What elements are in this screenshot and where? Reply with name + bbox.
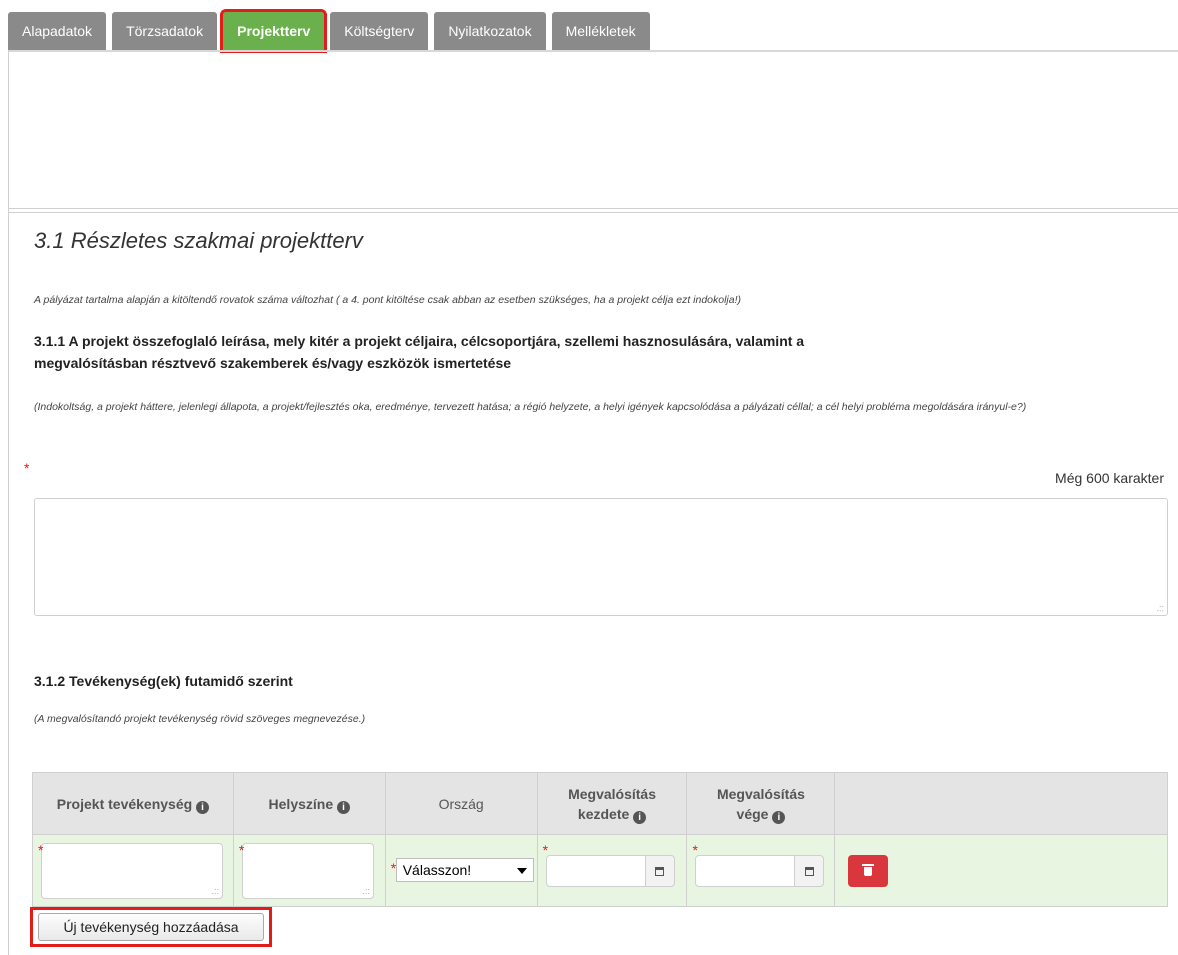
trash-icon <box>862 863 875 876</box>
col-header-location: Helyszíne i <box>232 772 386 835</box>
calendar-icon <box>655 866 665 876</box>
tab-torzsadatok[interactable]: Törzsadatok <box>112 12 218 50</box>
divider <box>8 208 1178 209</box>
required-marker: * <box>38 842 44 858</box>
subsection-note-3-1-2: (A megvalósítandó projekt tevékenység rö… <box>34 713 366 725</box>
tab-alapadatok[interactable]: Alapadatok <box>8 12 107 50</box>
subsection-heading-3-1-2: 3.1.2 Tevékenység(ek) futamidő szerint <box>34 673 293 689</box>
resize-handle-icon[interactable]: .:: <box>211 887 219 896</box>
col-header-country: Ország <box>384 772 538 835</box>
end-date-input[interactable] <box>695 855 796 887</box>
country-select-value: Válasszon! <box>402 862 472 878</box>
section-note: A pályázat tartalma alapján a kitöltendő… <box>34 294 742 306</box>
required-marker: * <box>390 860 397 876</box>
activity-textarea[interactable]: .:: <box>41 843 223 899</box>
divider <box>8 212 1178 213</box>
cell-end-date: * <box>686 834 836 907</box>
table-row: * .:: * .:: * Válasszon! * * <box>32 834 1168 907</box>
tab-bar: Alapadatok Törzsadatok Projektterv Költs… <box>8 9 656 53</box>
info-icon[interactable]: i <box>196 800 210 814</box>
location-textarea[interactable]: .:: <box>241 843 374 899</box>
chevron-down-icon <box>516 868 527 874</box>
cell-location: * .:: <box>232 834 386 907</box>
col-header-end: Megvalósítás vége i <box>686 772 836 835</box>
subsection-note-3-1-1: (Indokoltság, a projekt háttere, jelenle… <box>34 401 1027 413</box>
end-date-picker-button[interactable] <box>794 855 825 887</box>
cell-activity: * .:: <box>32 834 234 907</box>
add-activity-highlight: Új tevékenység hozzáadása <box>30 907 272 947</box>
tab-projektterv[interactable]: Projektterv <box>220 9 328 53</box>
start-date-input[interactable] <box>545 855 646 887</box>
col-header-activity: Projekt tevékenység i <box>32 772 234 835</box>
delete-row-button[interactable] <box>848 855 889 887</box>
info-icon[interactable]: i <box>337 800 351 814</box>
section-title: 3.1 Részletes szakmai projektterv <box>34 228 363 253</box>
info-icon[interactable]: i <box>633 810 647 824</box>
content-left-border <box>8 50 9 955</box>
required-marker: * <box>542 842 549 858</box>
required-marker: * <box>692 842 698 858</box>
tab-nyilatkozatok[interactable]: Nyilatkozatok <box>434 12 546 50</box>
col-header-actions <box>834 772 1168 835</box>
activity-table: Projekt tevékenység i Helyszíne i Ország… <box>32 772 1168 907</box>
resize-handle-icon[interactable]: .:: <box>362 887 370 896</box>
add-activity-button[interactable]: Új tevékenység hozzáadása <box>38 913 264 941</box>
cell-start-date: * <box>536 834 688 907</box>
tab-underline <box>8 50 1178 52</box>
summary-textarea[interactable]: .:: <box>34 498 1168 616</box>
char-counter: Még 600 karakter <box>1055 470 1164 486</box>
col-header-start: Megvalósítás kezdete i <box>536 772 688 835</box>
country-select[interactable]: Válasszon! <box>395 858 534 882</box>
info-icon[interactable]: i <box>772 810 786 824</box>
tab-koltsegterv[interactable]: Költségterv <box>330 12 429 50</box>
required-marker: * <box>24 460 30 476</box>
subsection-heading-3-1-1: 3.1.1 A projekt összefoglaló leírása, me… <box>34 333 805 371</box>
required-marker: * <box>238 842 245 858</box>
table-header-row: Projekt tevékenység i Helyszíne i Ország… <box>32 772 1168 835</box>
cell-country: * Válasszon! <box>384 834 538 907</box>
calendar-icon <box>804 866 814 876</box>
tab-mellekletek[interactable]: Mellékletek <box>551 12 650 50</box>
start-date-picker-button[interactable] <box>644 855 675 887</box>
cell-actions <box>834 834 1168 907</box>
resize-handle-icon[interactable]: .:: <box>1156 604 1164 613</box>
